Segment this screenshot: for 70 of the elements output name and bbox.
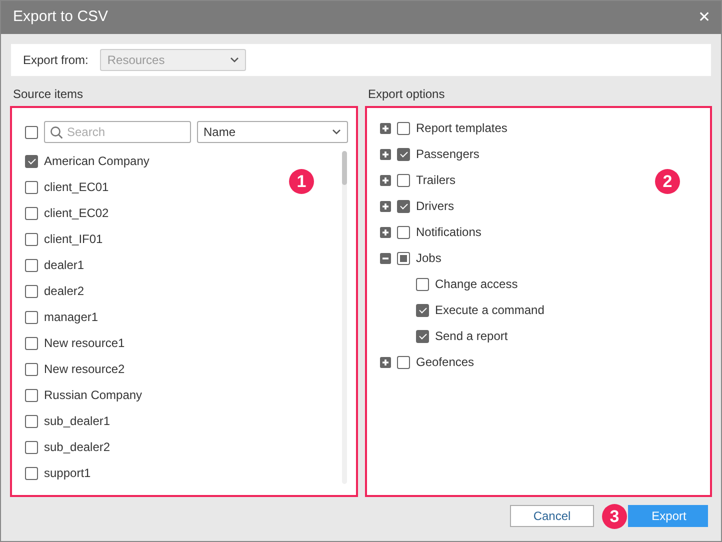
option-label[interactable]: Drivers: [416, 197, 454, 215]
list-item-label[interactable]: New resource1: [44, 334, 125, 352]
option-label[interactable]: Geofences: [416, 353, 474, 371]
expand-icon[interactable]: [380, 356, 391, 368]
checkbox[interactable]: [397, 122, 410, 134]
scrollbar[interactable]: [342, 151, 347, 484]
window-title: Export to CSV: [13, 7, 108, 28]
checkbox[interactable]: [397, 174, 410, 186]
section-title: Export options: [367, 88, 446, 101]
checkbox[interactable]: [25, 180, 38, 194]
list-item-label[interactable]: American Company: [44, 152, 150, 170]
callout-marker: 1: [289, 169, 314, 194]
expand-icon[interactable]: [380, 226, 391, 238]
list-item-label[interactable]: support1: [44, 464, 91, 482]
checkbox[interactable]: [397, 356, 410, 368]
checkbox[interactable]: [25, 258, 38, 272]
checkbox[interactable]: [416, 304, 429, 316]
callout-marker: 3: [602, 504, 627, 529]
caret-icon: [332, 129, 341, 135]
sort-dropdown[interactable]: Name: [196, 121, 348, 143]
checkbox[interactable]: [416, 278, 429, 290]
list-item-label[interactable]: dealer1: [44, 256, 84, 274]
option-label[interactable]: Jobs: [416, 249, 442, 267]
cancel-button[interactable]: Cancel: [510, 505, 594, 527]
option-label[interactable]: Passengers: [416, 145, 480, 163]
expand-icon[interactable]: [380, 200, 391, 212]
checkbox[interactable]: [25, 362, 38, 376]
checkbox[interactable]: [25, 388, 38, 402]
callout-marker: 2: [655, 169, 680, 194]
option-label[interactable]: Execute a command: [435, 301, 544, 319]
checkbox[interactable]: [25, 336, 38, 350]
option-label[interactable]: Change access: [435, 275, 518, 293]
option-label[interactable]: Trailers: [416, 171, 456, 189]
scrollbar-thumb[interactable]: [342, 151, 347, 185]
checkbox[interactable]: [25, 440, 38, 454]
option-label[interactable]: Notifications: [416, 223, 482, 241]
list-item-label[interactable]: client_IF01: [44, 230, 103, 248]
checkbox[interactable]: [397, 148, 410, 160]
option-label[interactable]: Send a report: [435, 327, 508, 345]
search-field[interactable]: Search: [44, 121, 190, 143]
checkbox[interactable]: [25, 310, 38, 324]
option-label[interactable]: Report templates: [416, 119, 508, 137]
checkbox[interactable]: [25, 232, 38, 246]
list-item-label[interactable]: dealer2: [44, 282, 84, 300]
expand-icon[interactable]: [380, 148, 391, 160]
checkbox[interactable]: [25, 414, 38, 428]
field-label: Export from:: [23, 52, 88, 69]
section-title: Source items: [12, 88, 84, 101]
close-button[interactable]: ✕: [698, 10, 711, 25]
expand-icon[interactable]: [380, 122, 391, 134]
collapse-icon[interactable]: [380, 252, 391, 264]
checkbox[interactable]: [25, 466, 38, 480]
search-icon: [50, 126, 63, 138]
checkbox[interactable]: [25, 284, 38, 298]
checkbox[interactable]: [25, 154, 38, 168]
checkbox[interactable]: [25, 206, 38, 220]
checkbox[interactable]: [397, 252, 410, 264]
checkbox[interactable]: [416, 330, 429, 342]
list-item-label[interactable]: client_EC01: [44, 178, 109, 196]
checkbox[interactable]: [397, 226, 410, 238]
list-item-label[interactable]: manager1: [44, 308, 98, 326]
expand-icon[interactable]: [380, 174, 391, 186]
list-item-label[interactable]: Russian Company: [44, 386, 142, 404]
list-item-label[interactable]: sub_dealer2: [44, 438, 110, 456]
checkbox[interactable]: [397, 200, 410, 212]
list-item-label[interactable]: New resource2: [44, 360, 125, 378]
list-item-label[interactable]: client_EC02: [44, 204, 109, 222]
caret-icon: [230, 57, 240, 63]
checkbox[interactable]: [25, 126, 38, 138]
list-item-label[interactable]: sub_dealer1: [44, 412, 110, 430]
